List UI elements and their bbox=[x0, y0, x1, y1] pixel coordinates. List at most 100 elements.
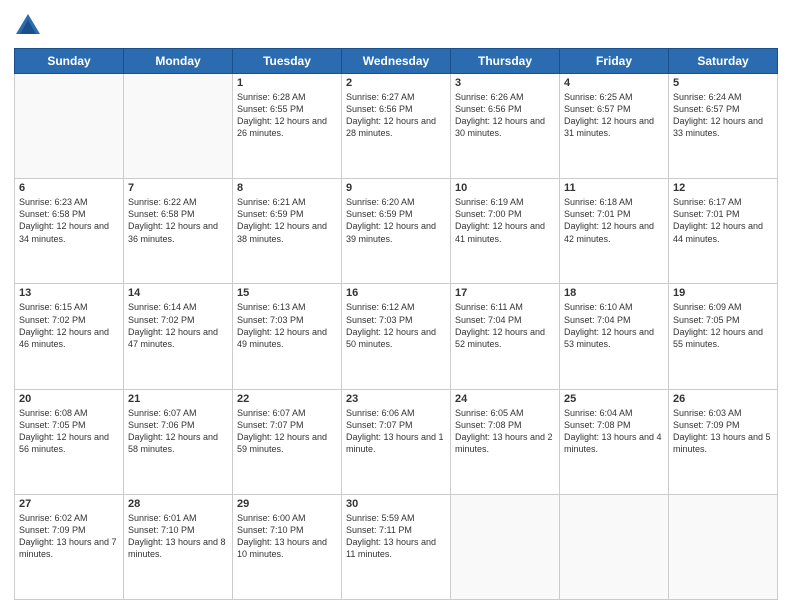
calendar-table: SundayMondayTuesdayWednesdayThursdayFrid… bbox=[14, 48, 778, 600]
calendar-cell: 10 Sunrise: 6:19 AM Sunset: 7:00 PM Dayli… bbox=[451, 179, 560, 284]
calendar-week-row: 1 Sunrise: 6:28 AM Sunset: 6:55 PM Daylig… bbox=[15, 74, 778, 179]
cell-info: Sunrise: 6:11 AM Sunset: 7:04 PM Dayligh… bbox=[455, 301, 555, 350]
calendar-cell: 18 Sunrise: 6:10 AM Sunset: 7:04 PM Dayli… bbox=[560, 284, 669, 389]
page: SundayMondayTuesdayWednesdayThursdayFrid… bbox=[0, 0, 792, 612]
calendar-cell: 28 Sunrise: 6:01 AM Sunset: 7:10 PM Dayli… bbox=[124, 494, 233, 599]
calendar-cell: 1 Sunrise: 6:28 AM Sunset: 6:55 PM Daylig… bbox=[233, 74, 342, 179]
calendar-cell bbox=[451, 494, 560, 599]
day-number: 9 bbox=[346, 182, 446, 194]
day-number: 18 bbox=[564, 287, 664, 299]
calendar-cell: 16Sunrise: 6:12 AM Sunset: 7:03 PM Dayli… bbox=[342, 284, 451, 389]
cell-info: Sunrise: 6:28 AM Sunset: 6:55 PM Dayligh… bbox=[237, 91, 337, 140]
calendar-cell: 11Sunrise: 6:18 AM Sunset: 7:01 PM Dayli… bbox=[560, 179, 669, 284]
day-number: 29 bbox=[237, 498, 337, 510]
cell-info: Sunrise: 5:59 AM Sunset: 7:11 PM Dayligh… bbox=[346, 512, 446, 561]
calendar-cell: 21 Sunrise: 6:07 AM Sunset: 7:06 PM Dayli… bbox=[124, 389, 233, 494]
cell-info: Sunrise: 6:13 AM Sunset: 7:03 PM Dayligh… bbox=[237, 301, 337, 350]
calendar-cell bbox=[669, 494, 778, 599]
cell-info: Sunrise: 6:03 AM Sunset: 7:09 PM Dayligh… bbox=[673, 407, 773, 456]
calendar-cell: 27Sunrise: 6:02 AM Sunset: 7:09 PM Dayli… bbox=[15, 494, 124, 599]
cell-info: Sunrise: 6:06 AM Sunset: 7:07 PM Dayligh… bbox=[346, 407, 446, 456]
calendar-cell: 4 Sunrise: 6:25 AM Sunset: 6:57 PM Daylig… bbox=[560, 74, 669, 179]
day-number: 2 bbox=[346, 77, 446, 89]
calendar-cell: 8 Sunrise: 6:21 AM Sunset: 6:59 PM Daylig… bbox=[233, 179, 342, 284]
cell-info: Sunrise: 6:19 AM Sunset: 7:00 PM Dayligh… bbox=[455, 196, 555, 245]
cell-info: Sunrise: 6:05 AM Sunset: 7:08 PM Dayligh… bbox=[455, 407, 555, 456]
calendar-cell: 9 Sunrise: 6:20 AM Sunset: 6:59 PM Daylig… bbox=[342, 179, 451, 284]
header bbox=[14, 12, 778, 40]
cell-info: Sunrise: 6:26 AM Sunset: 6:56 PM Dayligh… bbox=[455, 91, 555, 140]
day-number: 25 bbox=[564, 393, 664, 405]
cell-info: Sunrise: 6:25 AM Sunset: 6:57 PM Dayligh… bbox=[564, 91, 664, 140]
day-number: 15 bbox=[237, 287, 337, 299]
cell-info: Sunrise: 6:04 AM Sunset: 7:08 PM Dayligh… bbox=[564, 407, 664, 456]
day-number: 22 bbox=[237, 393, 337, 405]
calendar-cell: 19 Sunrise: 6:09 AM Sunset: 7:05 PM Dayli… bbox=[669, 284, 778, 389]
calendar-cell bbox=[15, 74, 124, 179]
day-number: 6 bbox=[19, 182, 119, 194]
calendar-cell: 30 Sunrise: 5:59 AM Sunset: 7:11 PM Dayli… bbox=[342, 494, 451, 599]
cell-info: Sunrise: 6:12 AM Sunset: 7:03 PM Dayligh… bbox=[346, 301, 446, 350]
day-number: 17 bbox=[455, 287, 555, 299]
calendar-cell: 5 Sunrise: 6:24 AM Sunset: 6:57 PM Daylig… bbox=[669, 74, 778, 179]
calendar-week-row: 27Sunrise: 6:02 AM Sunset: 7:09 PM Dayli… bbox=[15, 494, 778, 599]
calendar-cell: 23 Sunrise: 6:06 AM Sunset: 7:07 PM Dayli… bbox=[342, 389, 451, 494]
calendar-day-header: Friday bbox=[560, 49, 669, 74]
cell-info: Sunrise: 6:10 AM Sunset: 7:04 PM Dayligh… bbox=[564, 301, 664, 350]
day-number: 4 bbox=[564, 77, 664, 89]
cell-info: Sunrise: 6:22 AM Sunset: 6:58 PM Dayligh… bbox=[128, 196, 228, 245]
day-number: 20 bbox=[19, 393, 119, 405]
calendar-day-header: Thursday bbox=[451, 49, 560, 74]
calendar-cell bbox=[124, 74, 233, 179]
calendar-cell: 29Sunrise: 6:00 AM Sunset: 7:10 PM Dayli… bbox=[233, 494, 342, 599]
day-number: 10 bbox=[455, 182, 555, 194]
calendar-day-header: Sunday bbox=[15, 49, 124, 74]
day-number: 3 bbox=[455, 77, 555, 89]
cell-info: Sunrise: 6:08 AM Sunset: 7:05 PM Dayligh… bbox=[19, 407, 119, 456]
day-number: 28 bbox=[128, 498, 228, 510]
cell-info: Sunrise: 6:07 AM Sunset: 7:06 PM Dayligh… bbox=[128, 407, 228, 456]
calendar-cell: 15 Sunrise: 6:13 AM Sunset: 7:03 PM Dayli… bbox=[233, 284, 342, 389]
logo bbox=[14, 12, 46, 40]
calendar-cell: 17 Sunrise: 6:11 AM Sunset: 7:04 PM Dayli… bbox=[451, 284, 560, 389]
cell-info: Sunrise: 6:09 AM Sunset: 7:05 PM Dayligh… bbox=[673, 301, 773, 350]
day-number: 8 bbox=[237, 182, 337, 194]
calendar-cell: 7 Sunrise: 6:22 AM Sunset: 6:58 PM Daylig… bbox=[124, 179, 233, 284]
day-number: 13 bbox=[19, 287, 119, 299]
cell-info: Sunrise: 6:24 AM Sunset: 6:57 PM Dayligh… bbox=[673, 91, 773, 140]
cell-info: Sunrise: 6:14 AM Sunset: 7:02 PM Dayligh… bbox=[128, 301, 228, 350]
calendar-day-header: Tuesday bbox=[233, 49, 342, 74]
day-number: 23 bbox=[346, 393, 446, 405]
cell-info: Sunrise: 6:01 AM Sunset: 7:10 PM Dayligh… bbox=[128, 512, 228, 561]
day-number: 1 bbox=[237, 77, 337, 89]
calendar-day-header: Monday bbox=[124, 49, 233, 74]
cell-info: Sunrise: 6:27 AM Sunset: 6:56 PM Dayligh… bbox=[346, 91, 446, 140]
calendar-cell: 25 Sunrise: 6:04 AM Sunset: 7:08 PM Dayli… bbox=[560, 389, 669, 494]
calendar-cell: 14Sunrise: 6:14 AM Sunset: 7:02 PM Dayli… bbox=[124, 284, 233, 389]
day-number: 30 bbox=[346, 498, 446, 510]
calendar-cell: 13 Sunrise: 6:15 AM Sunset: 7:02 PM Dayli… bbox=[15, 284, 124, 389]
cell-info: Sunrise: 6:21 AM Sunset: 6:59 PM Dayligh… bbox=[237, 196, 337, 245]
day-number: 11 bbox=[564, 182, 664, 194]
cell-info: Sunrise: 6:23 AM Sunset: 6:58 PM Dayligh… bbox=[19, 196, 119, 245]
day-number: 7 bbox=[128, 182, 228, 194]
day-number: 12 bbox=[673, 182, 773, 194]
calendar-day-header: Wednesday bbox=[342, 49, 451, 74]
cell-info: Sunrise: 6:15 AM Sunset: 7:02 PM Dayligh… bbox=[19, 301, 119, 350]
cell-info: Sunrise: 6:07 AM Sunset: 7:07 PM Dayligh… bbox=[237, 407, 337, 456]
calendar-day-header: Saturday bbox=[669, 49, 778, 74]
day-number: 5 bbox=[673, 77, 773, 89]
calendar-header-row: SundayMondayTuesdayWednesdayThursdayFrid… bbox=[15, 49, 778, 74]
day-number: 19 bbox=[673, 287, 773, 299]
calendar-cell: 26Sunrise: 6:03 AM Sunset: 7:09 PM Dayli… bbox=[669, 389, 778, 494]
logo-icon bbox=[14, 12, 42, 40]
day-number: 21 bbox=[128, 393, 228, 405]
calendar-cell: 20 Sunrise: 6:08 AM Sunset: 7:05 PM Dayli… bbox=[15, 389, 124, 494]
calendar-cell: 22 Sunrise: 6:07 AM Sunset: 7:07 PM Dayli… bbox=[233, 389, 342, 494]
calendar-week-row: 13 Sunrise: 6:15 AM Sunset: 7:02 PM Dayli… bbox=[15, 284, 778, 389]
cell-info: Sunrise: 6:17 AM Sunset: 7:01 PM Dayligh… bbox=[673, 196, 773, 245]
cell-info: Sunrise: 6:20 AM Sunset: 6:59 PM Dayligh… bbox=[346, 196, 446, 245]
calendar-cell: 24Sunrise: 6:05 AM Sunset: 7:08 PM Dayli… bbox=[451, 389, 560, 494]
day-number: 27 bbox=[19, 498, 119, 510]
calendar-cell: 12 Sunrise: 6:17 AM Sunset: 7:01 PM Dayli… bbox=[669, 179, 778, 284]
